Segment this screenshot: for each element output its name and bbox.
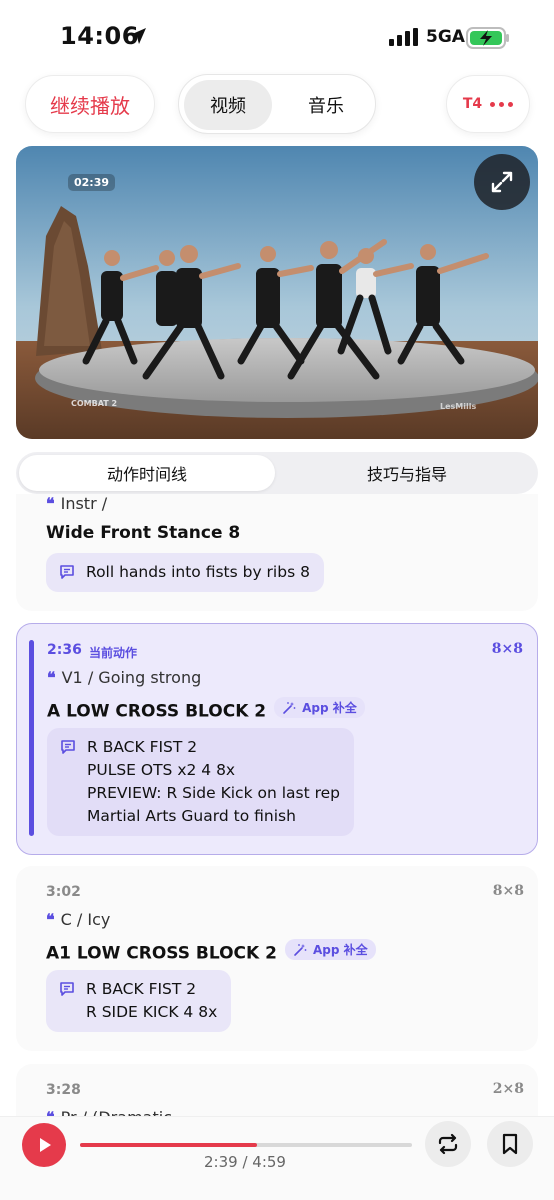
segment-video[interactable]: 视频 [184,80,272,130]
track-badge: T4 [462,96,483,112]
comment-icon [60,565,74,579]
battery-charging-icon [466,27,509,49]
video-brand-watermark: LesMills [440,402,477,411]
video-program-label: COMBAT 2 [71,399,118,408]
move-note: Roll hands into fists by ribs 8 [46,553,324,592]
network-label: 5GA [426,27,465,47]
magic-wand-icon [283,701,296,714]
current-move-tag: 当前动作 [89,646,138,660]
continue-playback-button[interactable]: 继续播放 [25,75,155,133]
status-bar: 14:06 5GA [0,0,554,70]
comment-icon [60,982,74,996]
more-icon [490,101,514,107]
app-completion-badge: App 补全 [284,939,376,960]
playback-time: 2:39 / 4:59 [204,1153,286,1171]
cellular-signal-icon [389,28,418,46]
quote-icon: ❝ [47,668,56,687]
tab-timeline[interactable]: 动作时间线 [19,455,275,491]
tab-tips-guidance[interactable]: 技巧与指导 [279,455,535,491]
quote-icon: ❝ [46,910,55,929]
timeline-card[interactable]: ❝ Instr / Wide Front Stance 8 Roll hands … [16,494,538,611]
move-note: R BACK FIST 2 R SIDE KICK 4 8x [46,970,232,1032]
cue-quote: ❝ V1 / Going strong [47,668,202,687]
move-note: R BACK FIST 2 PULSE OTS x2 4 8x PREVIEW:… [47,728,355,836]
bookmark-icon [502,1133,518,1155]
magic-wand-icon [294,943,307,956]
cue-quote: ❝ C / Icy [46,910,111,929]
cue-count: 2×8 [492,1081,524,1097]
video-player[interactable]: 02:39 COMBAT 2 LesMills [16,146,538,439]
location-arrow-icon [130,28,146,44]
move-name: A1 LOW CROSS BLOCK 2 App 补全 [46,939,376,964]
track-options-button[interactable]: T4 [446,75,530,133]
cue-time: 2:36 [47,642,82,658]
timeline-card[interactable]: 3:02 8×8 ❝ C / Icy A1 LOW CROSS BLOCK 2 Ap… [16,866,538,1051]
timeline-list[interactable]: ❝ Instr / Wide Front Stance 8 Roll hands … [0,494,554,1116]
move-name: Wide Front Stance 8 [46,523,241,543]
progress-slider[interactable] [80,1143,412,1147]
quote-icon: ❝ [46,494,55,513]
segment-music[interactable]: 音乐 [282,80,370,130]
content-tabs: 动作时间线 技巧与指导 [16,452,538,494]
move-name: A LOW CROSS BLOCK 2 App 补全 [47,697,365,722]
repeat-button[interactable] [425,1121,471,1167]
current-indicator-bar [29,640,34,836]
quote-icon: ❝ [46,1108,55,1116]
media-type-segmented-control: 视频 音乐 [178,74,376,134]
progress-fill [80,1143,257,1147]
cue-time: 3:28 [46,1082,81,1098]
cue-quote: ❝ Instr / [46,494,108,513]
audio-player-bar: 2:39 / 4:59 [0,1116,554,1200]
comment-icon [61,740,75,754]
cue-count: 8×8 [492,883,524,899]
bookmark-button[interactable] [487,1121,533,1167]
video-timestamp: 02:39 [68,174,116,191]
app-completion-badge: App 补全 [274,697,365,718]
expand-icon [491,171,513,193]
play-icon [40,1138,51,1152]
play-button[interactable] [22,1123,66,1167]
fullscreen-button[interactable] [474,154,530,210]
cue-time: 3:02 [46,884,81,900]
cue-count: 8×8 [491,641,523,657]
cue-quote: ❝Pr / (Dramatic [46,1108,172,1116]
timeline-card-current[interactable]: 2:36 当前动作 8×8 ❝ V1 / Going strong A LOW C… [16,623,538,855]
repeat-icon [438,1133,458,1155]
timeline-card[interactable]: 3:28 2×8 ❝Pr / (Dramatic [16,1064,538,1116]
